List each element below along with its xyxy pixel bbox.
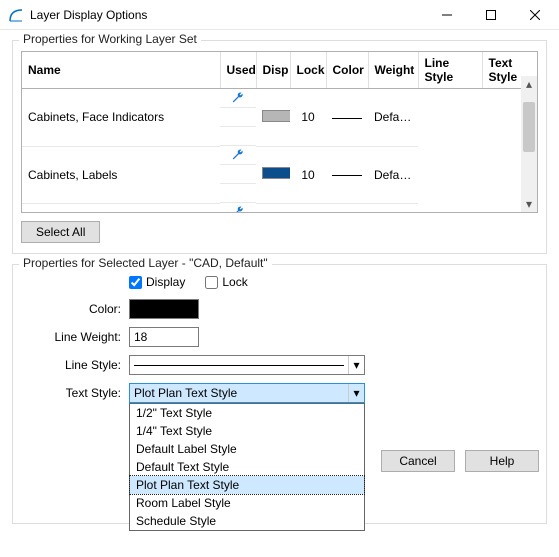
selected-layer-group: Properties for Selected Layer - "CAD, De… bbox=[12, 264, 547, 524]
layer-table[interactable]: Name Used Disp Lock Color Weight Line St… bbox=[21, 51, 538, 213]
close-button[interactable] bbox=[513, 1, 557, 29]
table-row[interactable]: Cabinets, Face Indicators 10 Default Te... bbox=[22, 89, 538, 147]
cancel-button[interactable]: Cancel bbox=[381, 450, 455, 472]
text-style-option[interactable]: 1/2" Text Style bbox=[130, 404, 364, 422]
text-style-option[interactable]: Plot Plan Text Style bbox=[130, 476, 364, 494]
cell-used-icon bbox=[220, 146, 256, 165]
scroll-thumb[interactable] bbox=[523, 102, 535, 152]
line-weight-label: Line Weight: bbox=[21, 330, 121, 344]
text-style-option[interactable]: Default Text Style bbox=[130, 458, 364, 476]
scroll-down-icon[interactable]: ▾ bbox=[521, 196, 537, 212]
cell-name: Cabinets, Face Indicators bbox=[22, 89, 220, 147]
window-title: Layer Display Options bbox=[30, 8, 425, 22]
col-weight[interactable]: Weight bbox=[368, 52, 418, 89]
cell-weight: 10 bbox=[290, 89, 326, 147]
cell-weight: 10 bbox=[290, 203, 326, 213]
line-weight-input[interactable] bbox=[129, 327, 199, 347]
cell-lock-icon bbox=[220, 127, 256, 146]
lock-checkbox-label[interactable]: Lock bbox=[205, 275, 247, 289]
chevron-down-icon: ▾ bbox=[348, 356, 364, 374]
table-row[interactable]: Cabinets, Module Lines 10 Default Te... bbox=[22, 203, 538, 213]
cell-linestyle bbox=[326, 146, 368, 203]
cell-lock-icon bbox=[220, 184, 256, 203]
scroll-up-icon[interactable]: ▴ bbox=[521, 76, 537, 92]
col-linestyle[interactable]: Line Style bbox=[418, 52, 482, 89]
select-all-button[interactable]: Select All bbox=[21, 221, 100, 243]
col-lock[interactable]: Lock bbox=[290, 52, 326, 89]
line-style-combo[interactable]: ▾ bbox=[129, 355, 365, 375]
display-checkbox[interactable] bbox=[129, 276, 142, 289]
lock-checkbox[interactable] bbox=[205, 276, 218, 289]
color-input[interactable] bbox=[129, 299, 199, 319]
cell-disp-icon bbox=[220, 165, 256, 184]
text-style-option[interactable]: 1/4" Text Style bbox=[130, 422, 364, 440]
cell-color bbox=[256, 203, 290, 213]
cell-textstyle: Default Te... bbox=[368, 89, 418, 147]
cell-used-icon bbox=[220, 89, 256, 108]
cell-name: Cabinets, Labels bbox=[22, 146, 220, 203]
cell-textstyle: Default Te... bbox=[368, 203, 418, 213]
cell-color bbox=[256, 89, 290, 147]
app-icon bbox=[8, 7, 24, 23]
text-style-option[interactable]: Default Label Style bbox=[130, 440, 364, 458]
working-layer-legend: Properties for Working Layer Set bbox=[19, 32, 201, 46]
cell-linestyle bbox=[326, 89, 368, 147]
help-button[interactable]: Help bbox=[465, 450, 539, 472]
display-checkbox-label[interactable]: Display bbox=[129, 275, 185, 289]
line-style-label: Line Style: bbox=[21, 358, 121, 372]
cell-weight: 10 bbox=[290, 146, 326, 203]
col-name[interactable]: Name bbox=[22, 52, 220, 89]
col-color[interactable]: Color bbox=[326, 52, 368, 89]
text-style-label: Text Style: bbox=[21, 386, 121, 400]
cell-color bbox=[256, 146, 290, 203]
working-layer-set-group: Properties for Working Layer Set Name Us… bbox=[12, 40, 547, 254]
chevron-down-icon: ▾ bbox=[348, 384, 364, 402]
cell-linestyle bbox=[326, 203, 368, 213]
col-used[interactable]: Used bbox=[220, 52, 256, 89]
table-row[interactable]: Cabinets, Labels 10 Default ... bbox=[22, 146, 538, 203]
text-style-option[interactable]: Room Label Style bbox=[130, 494, 364, 512]
title-bar: Layer Display Options bbox=[0, 0, 559, 30]
col-disp[interactable]: Disp bbox=[256, 52, 290, 89]
cell-name: Cabinets, Module Lines bbox=[22, 203, 220, 213]
cell-disp-icon bbox=[220, 108, 256, 127]
text-style-dropdown[interactable]: 1/2" Text Style1/4" Text StyleDefault La… bbox=[129, 403, 365, 531]
maximize-button[interactable] bbox=[469, 1, 513, 29]
table-scrollbar[interactable]: ▴ ▾ bbox=[521, 76, 537, 212]
selected-layer-legend: Properties for Selected Layer - "CAD, De… bbox=[19, 256, 272, 270]
cell-textstyle: Default ... bbox=[368, 146, 418, 203]
text-style-option[interactable]: Schedule Style bbox=[130, 512, 364, 530]
cell-used-icon bbox=[220, 203, 256, 213]
text-style-combo[interactable]: Plot Plan Text Style ▾ 1/2" Text Style1/… bbox=[129, 383, 365, 403]
text-style-value: Plot Plan Text Style bbox=[130, 386, 348, 400]
minimize-button[interactable] bbox=[425, 1, 469, 29]
color-label: Color: bbox=[21, 302, 121, 316]
